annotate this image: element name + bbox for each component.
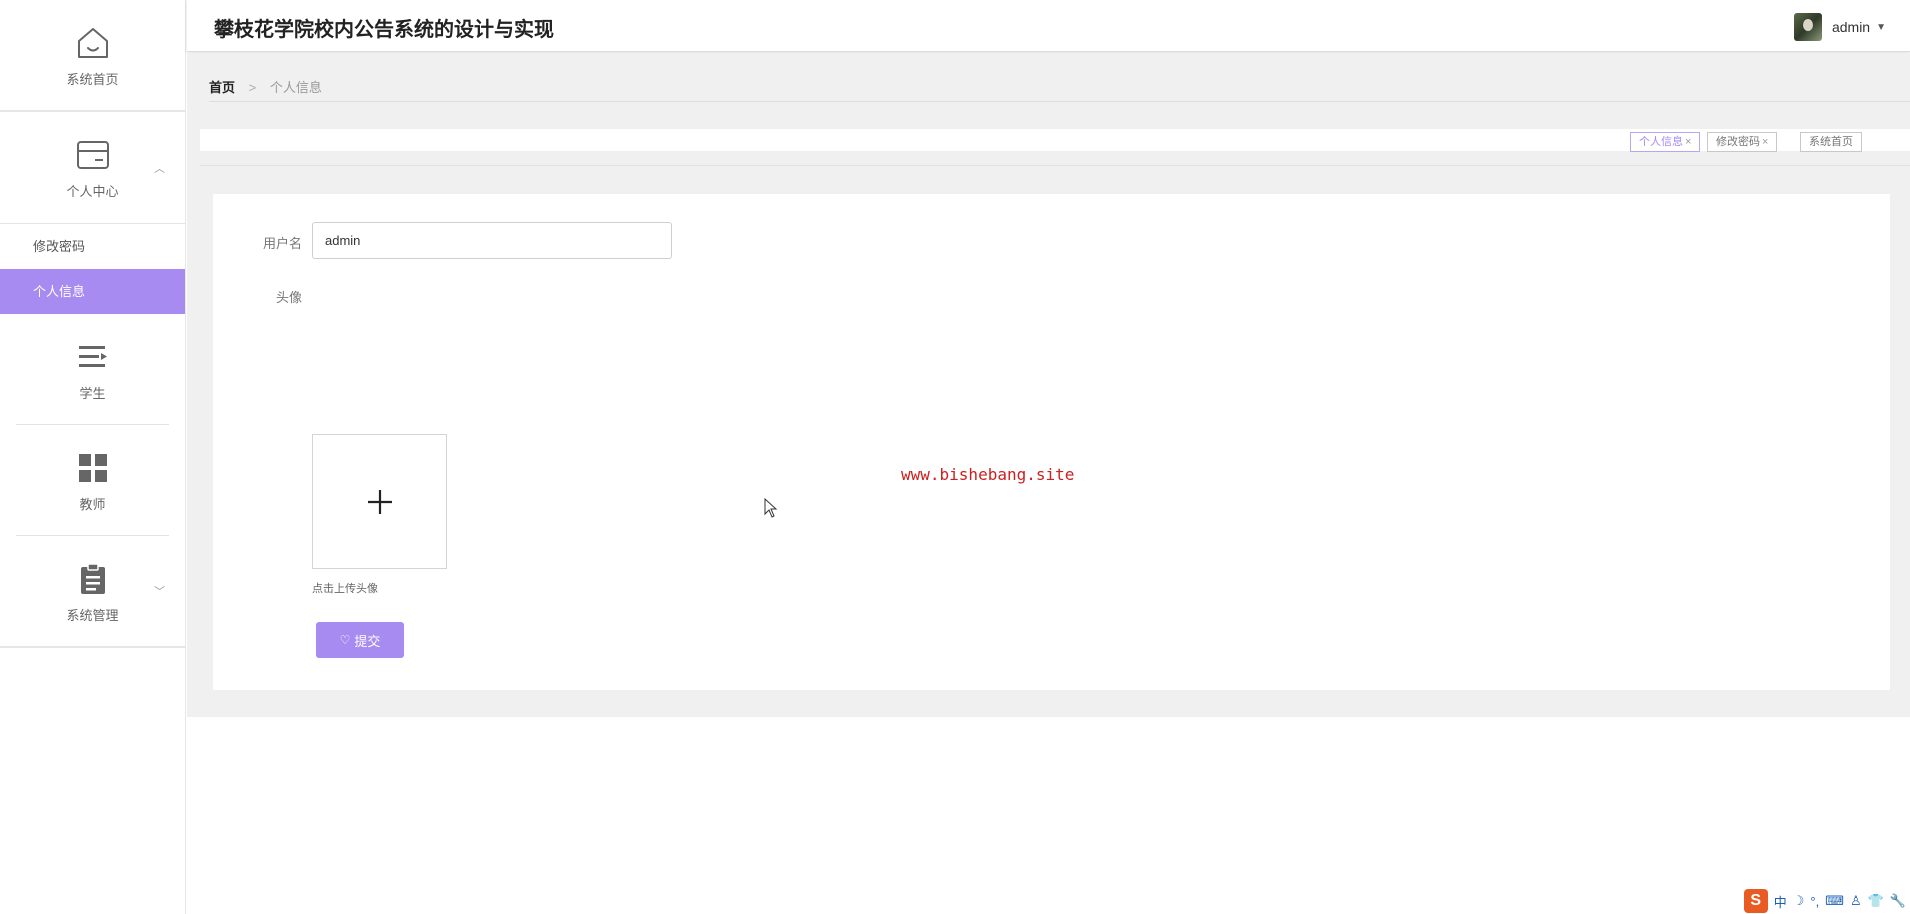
sidebar-item-teacher[interactable]: 教师	[0, 425, 185, 535]
tab-change-password[interactable]: 修改密码 ×	[1707, 132, 1778, 152]
profile-form-card: 用户名 头像 点击上传头像 ♡ 提交 www.bishebang.site	[213, 194, 1890, 690]
sogou-ime-icon[interactable]: S	[1743, 889, 1768, 913]
avatar	[1793, 13, 1822, 41]
sidebar-item-label: 教师	[79, 496, 106, 512]
tags-bar: 个人信息 × 修改密码 × 系统首页	[200, 129, 1910, 152]
sidebar-item-label: 学生	[79, 385, 106, 401]
wrench-icon[interactable]: 🔧	[1890, 893, 1906, 909]
tab-label: 修改密码	[1716, 136, 1760, 148]
sidebar: 系统首页 个人中心 ︿ 修改密码 个人信息 学生 教师 系统管理 ﹀	[0, 0, 186, 914]
tab-label: 系统首页	[1809, 136, 1853, 148]
app-title: 攀枝花学院校内公告系统的设计与实现	[214, 19, 554, 41]
upload-hint: 点击上传头像	[312, 583, 378, 595]
shirt-icon[interactable]: 👕	[1868, 893, 1884, 909]
submit-label: 提交	[354, 633, 381, 649]
user-menu[interactable]: admin ▼	[1793, 13, 1886, 41]
sidebar-subitem-personal-info[interactable]: 个人信息	[0, 269, 185, 314]
sidebar-item-system-management[interactable]: 系统管理 ﹀	[0, 536, 185, 646]
sidebar-item-personal-center[interactable]: 个人中心 ︿	[0, 112, 185, 224]
keyboard-icon[interactable]: ⌨	[1825, 893, 1844, 909]
sidebar-item-label: 系统管理	[66, 607, 119, 623]
breadcrumb-separator: >	[248, 80, 257, 95]
card-icon	[73, 135, 113, 175]
breadcrumb: 首页 > 个人信息	[209, 77, 322, 96]
close-icon[interactable]: ×	[1685, 136, 1691, 148]
system-tray: S 中 ☽ °, ⌨ ♙ 👕 🔧	[1743, 888, 1910, 914]
clipboard-icon	[73, 559, 113, 599]
avatar-upload-box[interactable]	[312, 434, 447, 569]
sidebar-item-label: 系统首页	[66, 71, 119, 87]
avatar-label: 头像	[275, 290, 302, 305]
top-header: 攀枝花学院校内公告系统的设计与实现 admin ▼	[187, 0, 1910, 52]
chevron-up-icon: ︿	[154, 162, 165, 175]
sidebar-subitem-change-password[interactable]: 修改密码	[0, 224, 185, 269]
divider	[200, 165, 1910, 166]
caret-down-icon: ▼	[1876, 21, 1886, 33]
home-icon	[73, 23, 113, 63]
sidebar-item-home[interactable]: 系统首页	[0, 0, 185, 112]
divider	[0, 646, 185, 648]
punctuation-icon[interactable]: °,	[1810, 894, 1819, 909]
ime-mode-label[interactable]: 中	[1774, 892, 1787, 911]
user-icon[interactable]: ♙	[1850, 893, 1862, 909]
main-content: 首页 > 个人信息 个人信息× 修改密码× 系统首页 用户名 头像 点击上传头像…	[187, 53, 1910, 717]
tab-system-home[interactable]: 系统首页	[1800, 132, 1862, 152]
grid-icon	[73, 448, 113, 488]
list-icon	[73, 337, 113, 377]
sidebar-item-student[interactable]: 学生	[0, 314, 185, 424]
submit-button[interactable]: ♡ 提交	[316, 622, 404, 658]
breadcrumb-home[interactable]: 首页	[209, 80, 235, 95]
username-input[interactable]	[312, 222, 672, 259]
watermark-text: www.bishebang.site	[901, 465, 1075, 484]
moon-icon[interactable]: ☽	[1793, 893, 1805, 909]
sidebar-item-label: 个人中心	[66, 184, 119, 199]
tab-personal-info[interactable]: 个人信息 ×	[1630, 132, 1701, 152]
username-label: admin	[1831, 19, 1871, 35]
username-label: 用户名	[262, 236, 302, 251]
heart-icon: ♡	[339, 633, 351, 647]
plus-icon	[367, 489, 392, 514]
mouse-cursor-icon	[764, 498, 778, 518]
divider	[209, 101, 1910, 102]
close-icon[interactable]: ×	[1762, 136, 1768, 148]
chevron-down-icon: ﹀	[154, 586, 165, 598]
breadcrumb-current: 个人信息	[269, 80, 322, 95]
tab-label: 个人信息	[1639, 136, 1683, 148]
